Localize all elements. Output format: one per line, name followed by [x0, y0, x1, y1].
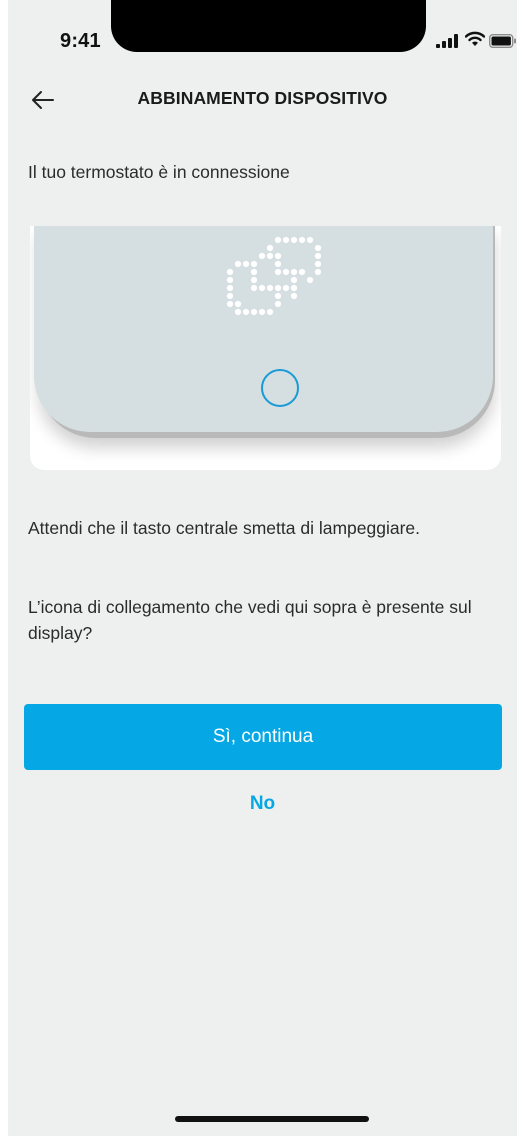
status-time: 9:41 [60, 30, 101, 52]
connection-status-text: Il tuo termostato è in connessione [28, 162, 290, 182]
battery-icon [489, 34, 516, 48]
center-button-ring [261, 369, 299, 407]
page-title: ABBINAMENTO DISPOSITIVO [137, 88, 388, 108]
link-icon [226, 236, 322, 316]
instruction-question: L’icona di collegamento che vedi qui sop… [28, 597, 472, 643]
home-indicator[interactable] [175, 1116, 369, 1122]
app-screen: 9:41 ABBINAMENTO DISPOSITIVO Il tuo term… [8, 0, 517, 1136]
thermostat-illustration [30, 226, 501, 470]
continue-button[interactable]: Sì, continua [24, 704, 502, 770]
no-button[interactable]: No [8, 793, 517, 815]
wifi-icon [465, 31, 485, 46]
header: ABBINAMENTO DISPOSITIVO [8, 74, 517, 126]
instruction-wait: Attendi che il tasto centrale smetta di … [28, 518, 421, 538]
thermostat-display [34, 226, 493, 432]
cellular-signal-icon [436, 34, 458, 48]
status-bar: 9:41 [8, 0, 517, 56]
notch [111, 0, 426, 52]
